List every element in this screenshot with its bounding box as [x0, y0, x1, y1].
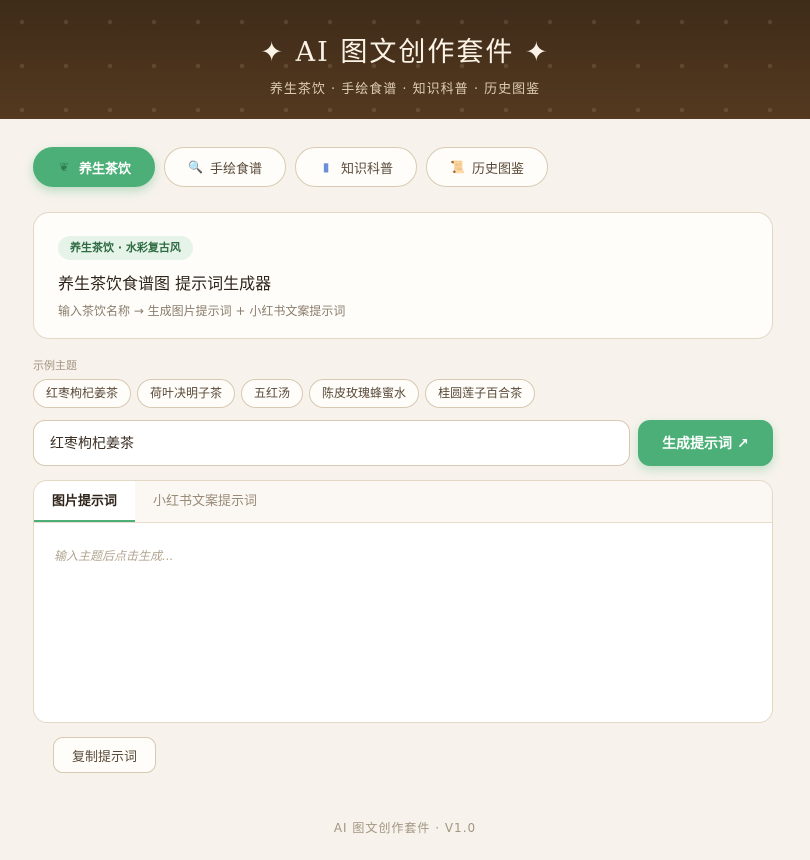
tab-tea[interactable]: ❦ 养生茶饮 — [33, 147, 156, 187]
output-panel: 图片提示词 小红书文案提示词 输入主题后点击生成... — [33, 480, 773, 723]
output-placeholder: 输入主题后点击生成... — [54, 549, 174, 563]
tab-label: 手绘食谱 — [210, 161, 263, 177]
example-chip[interactable]: 陈皮玫瑰蜂蜜水 — [309, 379, 420, 408]
generate-button[interactable]: 生成提示词 ↗ — [638, 420, 773, 466]
page-subtitle: 养生茶饮 · 手绘食谱 · 知识科普 · 历史图鉴 — [269, 82, 541, 97]
copy-button[interactable]: 复制提示词 — [53, 737, 156, 773]
magnifier-icon: 🔍 — [188, 160, 203, 174]
example-chips: 红枣枸杞姜茶 荷叶决明子茶 五红汤 陈皮玫瑰蜂蜜水 桂圆莲子百合茶 — [33, 379, 536, 408]
tab-label: 养生茶饮 — [79, 161, 132, 177]
tab-history[interactable]: 📜 历史图鉴 — [426, 147, 549, 187]
footer-text: AI 图文创作套件 · V1.0 — [333, 821, 477, 835]
leaf-icon: ❦ — [58, 160, 70, 174]
page-title: ✦ AI 图文创作套件 ✦ — [260, 37, 550, 68]
books-icon: ▮ — [322, 160, 330, 174]
generator-info-card: 养生茶饮 · 水彩复古风 养生茶饮食谱图 提示词生成器 输入茶饮名称 → 生成图… — [33, 212, 773, 339]
example-chip[interactable]: 红枣枸杞姜茶 — [33, 379, 132, 408]
topic-input[interactable] — [33, 420, 630, 466]
example-chip[interactable]: 荷叶决明子茶 — [137, 379, 236, 408]
category-tabs: ❦ 养生茶饮 🔍 手绘食谱 ▮ 知识科普 📜 历史图鉴 — [33, 147, 549, 187]
scroll-icon: 📜 — [450, 160, 465, 174]
tab-image-prompt[interactable]: 图片提示词 — [34, 481, 136, 522]
example-chip[interactable]: 桂圆莲子百合茶 — [425, 379, 536, 408]
output-tabs: 图片提示词 小红书文案提示词 — [34, 481, 772, 523]
tab-label: 知识科普 — [341, 161, 394, 177]
card-title: 养生茶饮食谱图 提示词生成器 — [58, 274, 272, 293]
style-badge: 养生茶饮 · 水彩复古风 — [58, 236, 193, 260]
card-description: 输入茶饮名称 → 生成图片提示词 + 小红书文案提示词 — [58, 304, 346, 318]
tab-recipe[interactable]: 🔍 手绘食谱 — [164, 147, 287, 187]
examples-label: 示例主题 — [33, 359, 77, 372]
tab-label: 历史图鉴 — [472, 161, 525, 177]
page-header: ✦ AI 图文创作套件 ✦ 养生茶饮 · 手绘食谱 · 知识科普 · 历史图鉴 — [0, 0, 810, 119]
tab-xiaohongshu-prompt[interactable]: 小红书文案提示词 — [135, 481, 275, 522]
example-chip[interactable]: 五红汤 — [241, 379, 304, 408]
tab-science[interactable]: ▮ 知识科普 — [295, 147, 418, 187]
